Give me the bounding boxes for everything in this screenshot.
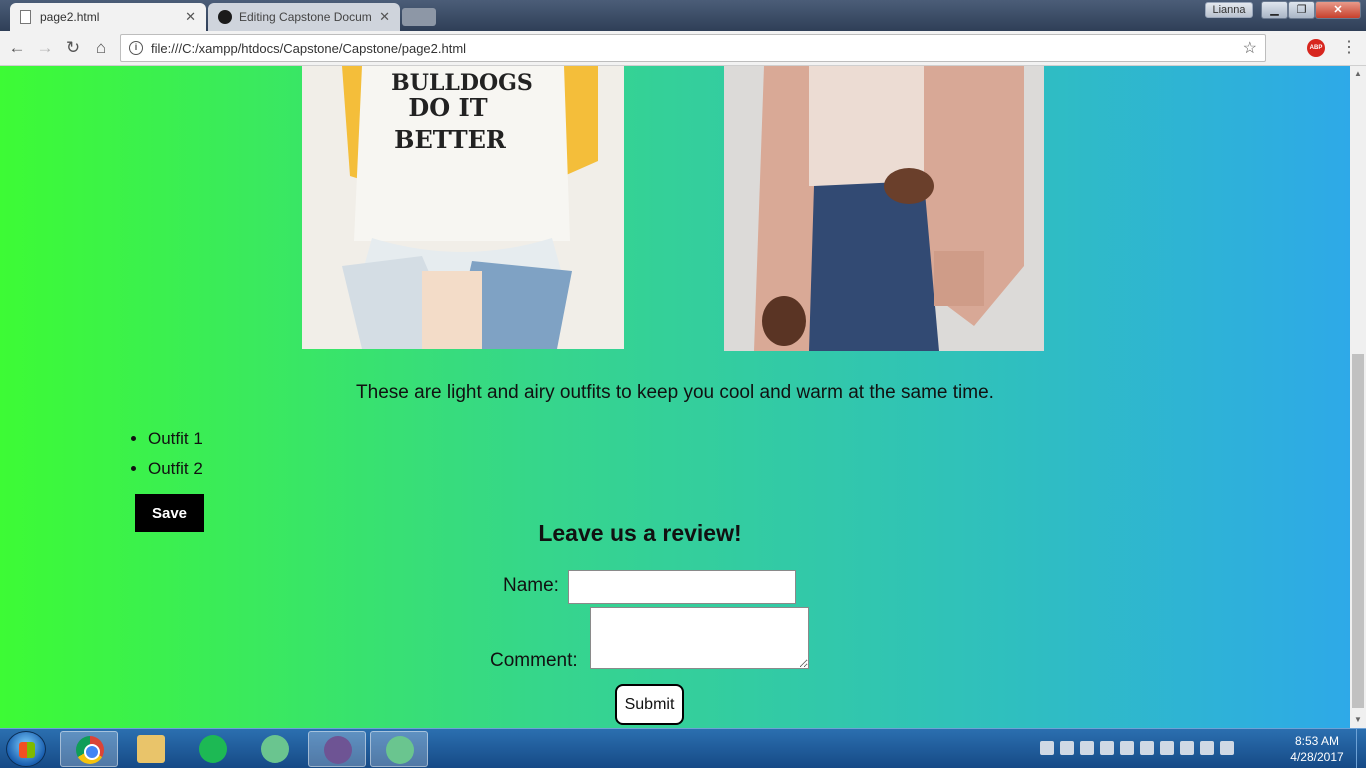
info-icon[interactable]: i [129, 41, 143, 55]
close-window-button[interactable]: ✕ [1315, 1, 1361, 19]
taskbar-file-explorer[interactable] [122, 731, 180, 767]
profile-badge[interactable]: Lianna [1205, 2, 1253, 18]
list-item: Outfit 2 [148, 458, 203, 488]
tray-app-icon[interactable] [1140, 741, 1154, 755]
taskbar-atom[interactable] [246, 731, 304, 767]
tray-app-icon[interactable] [1120, 741, 1134, 755]
network-icon[interactable] [1220, 741, 1234, 755]
maximize-button[interactable]: ❐ [1288, 1, 1315, 19]
tray-app-icon[interactable] [1160, 741, 1174, 755]
show-desktop-button[interactable] [1356, 729, 1366, 768]
submit-button[interactable]: Submit [615, 684, 684, 725]
comment-label: Comment: [490, 650, 578, 671]
taskbar-atom-2[interactable] [370, 731, 428, 767]
name-field[interactable] [568, 570, 796, 604]
tray-app-icon[interactable] [1060, 741, 1074, 755]
new-tab-button[interactable] [402, 8, 436, 26]
scrollbar-thumb[interactable] [1352, 354, 1364, 708]
tray-app-icon[interactable] [1040, 741, 1054, 755]
tab-label: Editing Capstone Docum [239, 10, 372, 24]
outfit-description: These are light and airy outfits to keep… [356, 382, 994, 403]
review-heading: Leave us a review! [538, 520, 742, 546]
clock-date: 4/28/2017 [1290, 750, 1344, 764]
browser-titlebar: page2.html ✕ Editing Capstone Docum ✕ Li… [0, 0, 1366, 31]
github-desktop-icon [324, 736, 352, 764]
github-icon [218, 10, 232, 24]
list-item: Outfit 1 [148, 428, 203, 458]
taskbar-github-desktop[interactable] [308, 731, 366, 767]
outfit-photo-2 [724, 66, 1044, 351]
browser-toolbar: ← → ↻ ⌂ i file:///C:/xampp/htdocs/Capsto… [0, 31, 1366, 66]
taskbar-spotify[interactable] [184, 731, 242, 767]
minimize-button[interactable]: ▁ [1261, 1, 1288, 19]
bookmark-star-icon[interactable]: ☆ [1243, 38, 1257, 58]
tab-label: page2.html [40, 10, 100, 24]
windows-taskbar: 8:53 AM 4/28/2017 [0, 728, 1366, 768]
volume-icon[interactable] [1180, 741, 1194, 755]
tab-editing-capstone[interactable]: Editing Capstone Docum ✕ [208, 3, 400, 31]
name-label: Name: [503, 575, 559, 596]
taskbar-chrome[interactable] [60, 731, 118, 767]
start-button[interactable] [6, 731, 46, 767]
page-viewport: BULLDOGS DO IT BETTER These are light an… [0, 66, 1350, 728]
chrome-icon [76, 736, 104, 764]
menu-icon[interactable]: ⋮ [1341, 37, 1357, 57]
reload-icon[interactable]: ↻ [62, 37, 84, 59]
tab-page2[interactable]: page2.html ✕ [10, 3, 206, 31]
forward-arrow-icon[interactable]: → [34, 37, 56, 59]
outfit-photo-1: BULLDOGS DO IT BETTER [302, 66, 624, 349]
system-tray [1040, 741, 1234, 755]
close-tab-icon[interactable]: ✕ [379, 9, 390, 25]
spotify-icon [199, 735, 227, 763]
outfit-list: Outfit 1 Outfit 2 [148, 428, 203, 488]
outfit-photo-1-illustration: BULLDOGS DO IT BETTER [302, 66, 624, 349]
action-center-icon[interactable] [1200, 741, 1214, 755]
back-arrow-icon[interactable]: ← [6, 37, 28, 59]
tray-app-icon[interactable] [1080, 741, 1094, 755]
atom-icon [386, 736, 414, 764]
comment-field[interactable] [590, 607, 809, 669]
close-tab-icon[interactable]: ✕ [185, 9, 196, 25]
file-explorer-icon [137, 735, 165, 763]
document-icon [20, 10, 31, 24]
clock-time: 8:53 AM [1294, 734, 1340, 748]
shirt-print-line-2: DO IT [408, 93, 487, 122]
url-text[interactable]: file:///C:/xampp/htdocs/Capstone/Capston… [151, 41, 1243, 56]
adblock-plus-icon[interactable]: ABP [1307, 39, 1325, 57]
windows-logo-icon [19, 742, 35, 758]
atom-icon [261, 735, 289, 763]
shirt-print-line-3: BETTER [394, 125, 507, 154]
outfit-photo-2-illustration [724, 66, 1044, 351]
address-bar[interactable]: i file:///C:/xampp/htdocs/Capstone/Capst… [120, 34, 1266, 62]
bluetooth-icon[interactable] [1100, 741, 1114, 755]
scroll-up-arrow-icon[interactable]: ▲ [1350, 66, 1366, 82]
home-icon[interactable]: ⌂ [90, 37, 112, 59]
scroll-down-arrow-icon[interactable]: ▼ [1350, 712, 1366, 728]
page-scrollbar[interactable]: ▲ ▼ [1350, 66, 1366, 728]
taskbar-clock[interactable]: 8:53 AM 4/28/2017 [1284, 733, 1350, 765]
